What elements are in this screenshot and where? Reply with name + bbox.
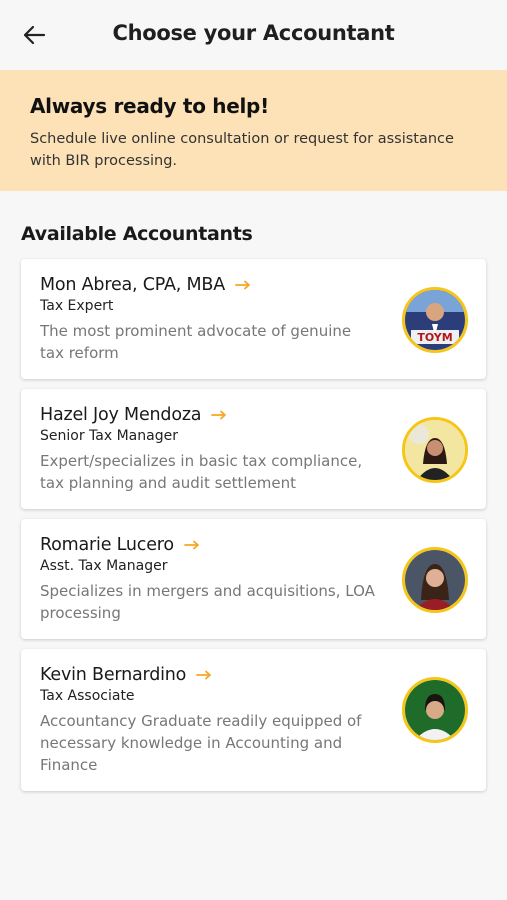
toym-logo: TOYM	[417, 331, 452, 344]
section-title: Available Accountants	[21, 223, 253, 245]
accountant-role: Asst. Tax Manager	[40, 558, 168, 574]
page-title: Choose your Accountant	[112, 21, 395, 45]
avatar	[402, 547, 468, 613]
accountant-name: Kevin Bernardino	[40, 665, 187, 685]
accountant-role: Senior Tax Manager	[40, 428, 178, 444]
accountant-description: The most prominent advocate of genuine t…	[40, 322, 352, 362]
accountant-card[interactable]: Romarie Lucero Asst. Tax Manager Special…	[21, 519, 486, 639]
banner-title: Always ready to help!	[30, 94, 269, 118]
arrow-right-icon	[235, 280, 251, 290]
accountant-name: Hazel Joy Mendoza	[40, 405, 202, 425]
accountant-name: Mon Abrea, CPA, MBA	[40, 275, 225, 295]
top-bar: Choose your Accountant	[0, 0, 507, 70]
accountant-name: Romarie Lucero	[40, 535, 174, 555]
accountant-description: Specializes in mergers and acquisitions,…	[40, 582, 375, 622]
accountant-role: Tax Expert	[40, 298, 114, 314]
banner-text: Schedule live online consultation or req…	[30, 131, 454, 169]
accountant-list: Mon Abrea, CPA, MBA Tax Expert The most …	[0, 259, 507, 791]
accountant-card[interactable]: Hazel Joy Mendoza Senior Tax Manager Exp…	[21, 389, 486, 509]
arrow-right-icon	[196, 670, 212, 680]
arrow-right-icon	[183, 540, 200, 550]
arrow-right-icon	[211, 410, 227, 420]
accountant-card[interactable]: Mon Abrea, CPA, MBA Tax Expert The most …	[21, 259, 486, 379]
avatar	[402, 417, 468, 483]
accountant-card[interactable]: Kevin Bernardino Tax Associate Accountan…	[21, 649, 486, 791]
avatar: TOYM	[402, 287, 468, 353]
accountant-description: Accountancy Graduate readily equipped of…	[40, 712, 362, 774]
avatar	[402, 677, 468, 743]
accountant-description: Expert/specializes in basic tax complian…	[40, 452, 363, 492]
accountant-role: Tax Associate	[40, 688, 135, 704]
help-banner: Always ready to help! Schedule live onli…	[0, 70, 507, 191]
